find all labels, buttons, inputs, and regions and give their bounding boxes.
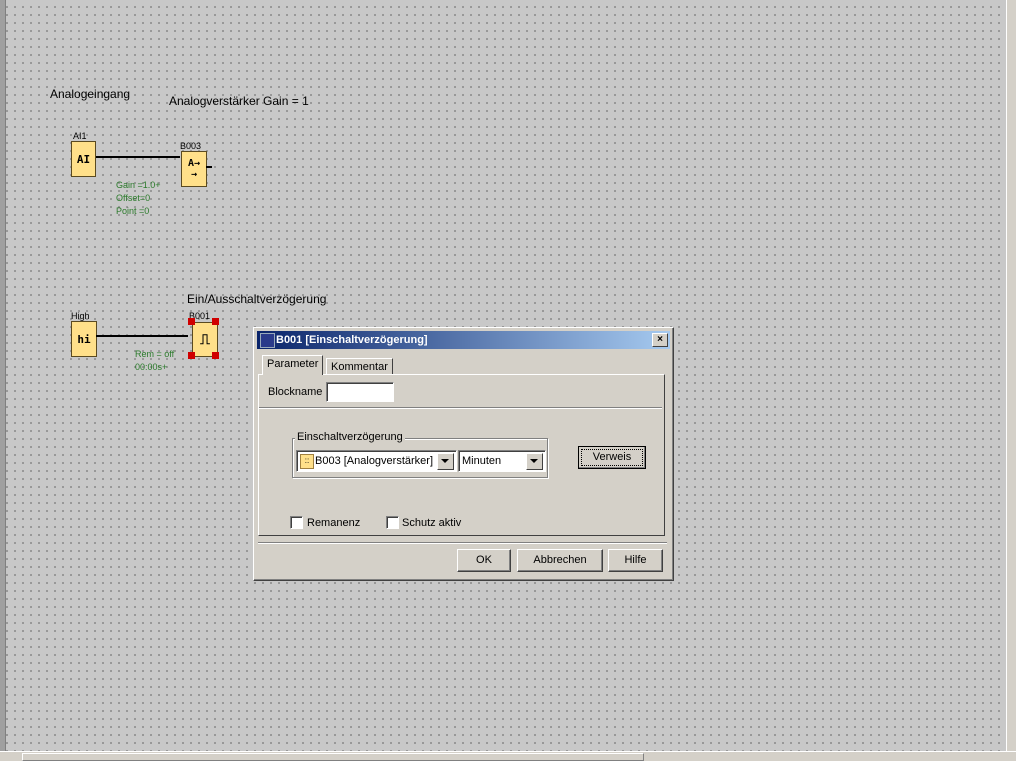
- b003-param-gain: Gain =1.0+: [116, 180, 161, 190]
- chevron-down-icon[interactable]: [526, 453, 543, 470]
- schutz-aktiv-checkbox[interactable]: [386, 516, 399, 529]
- analog-input-label: Analogeingang: [50, 87, 131, 101]
- horizontal-scrollbar[interactable]: [0, 751, 1016, 761]
- b001-resize-handle-tr[interactable]: [212, 318, 219, 325]
- b003-param-offset: Offset=0: [116, 193, 151, 203]
- b001-param-rem: Rem = off: [135, 349, 175, 359]
- b001-param-time: 00:00s+: [135, 362, 168, 372]
- source-combo-value: B003 [Analogverstärker]: [315, 455, 434, 467]
- ai1-symbol: AI: [76, 152, 91, 166]
- chevron-down-icon[interactable]: [437, 453, 454, 470]
- wire-ai1-b003: [96, 156, 180, 158]
- dialog-titlebar[interactable]: B001 [Einschaltverzögerung] ×: [257, 331, 670, 349]
- b003-symbol: A→: [187, 158, 201, 169]
- schutz-aktiv-label: Schutz aktiv: [402, 517, 462, 529]
- remanenz-label: Remanenz: [307, 517, 361, 529]
- b003-param-point: Point =0: [116, 206, 150, 216]
- b001-params: Rem = off 00:00s+: [135, 348, 174, 374]
- block-ref-icon: ::: [300, 454, 314, 469]
- blockname-input[interactable]: [326, 382, 394, 402]
- dialog-title: B001 [Einschaltverzögerung]: [276, 334, 428, 346]
- b001-resize-handle-tl[interactable]: [188, 318, 195, 325]
- block-properties-dialog: B001 [Einschaltverzögerung] × Parameter …: [253, 327, 674, 581]
- b001-resize-handle-bl[interactable]: [188, 352, 195, 359]
- delay-group-title: Einschaltverzögerung: [295, 431, 405, 443]
- ai1-name: AI1: [73, 131, 87, 141]
- tab-kommentar[interactable]: Kommentar: [326, 358, 393, 375]
- wire-b003-out: [206, 166, 212, 168]
- high-block[interactable]: hi: [71, 321, 97, 357]
- vertical-scrollbar[interactable]: [1006, 0, 1016, 752]
- verweis-button[interactable]: Verweis: [578, 446, 646, 469]
- delay-label: Ein/Ausschaltverzögerung: [187, 292, 327, 306]
- blockname-label: Blockname: [268, 386, 323, 398]
- canvas-left-border: [0, 0, 6, 761]
- b003-symbol-2: →: [190, 169, 198, 180]
- tab-parameter[interactable]: Parameter: [262, 355, 324, 375]
- high-name: High: [71, 311, 90, 321]
- remanenz-checkbox[interactable]: [290, 516, 303, 529]
- horizontal-scroll-thumb[interactable]: [22, 753, 644, 761]
- help-button[interactable]: Hilfe: [608, 549, 663, 572]
- wire-high-b001: [96, 335, 188, 337]
- unit-combo[interactable]: Minuten: [458, 450, 546, 472]
- high-symbol: hi: [77, 332, 91, 346]
- close-icon[interactable]: ×: [652, 333, 668, 347]
- cancel-button[interactable]: Abbrechen: [517, 549, 603, 572]
- source-combo[interactable]: :: B003 [Analogverstärker]: [296, 450, 457, 472]
- ok-button[interactable]: OK: [457, 549, 511, 572]
- dialog-app-icon: [260, 333, 275, 348]
- unit-combo-value: Minuten: [462, 455, 502, 467]
- panel-separator: [259, 407, 662, 409]
- footer-separator: [258, 542, 667, 544]
- b001-symbol: ⎍: [200, 331, 210, 348]
- b003-params: Gain =1.0+ Offset=0 Point =0: [116, 179, 161, 218]
- amplifier-label: Analogverstärker Gain = 1: [169, 94, 309, 108]
- b003-block[interactable]: A→ →: [181, 151, 207, 187]
- ai1-block[interactable]: AI: [71, 141, 96, 177]
- b001-resize-handle-br[interactable]: [212, 352, 219, 359]
- tab-panel-parameter: Blockname Einschaltverzögerung :: B003 […: [258, 374, 665, 536]
- b003-name: B003: [180, 141, 202, 151]
